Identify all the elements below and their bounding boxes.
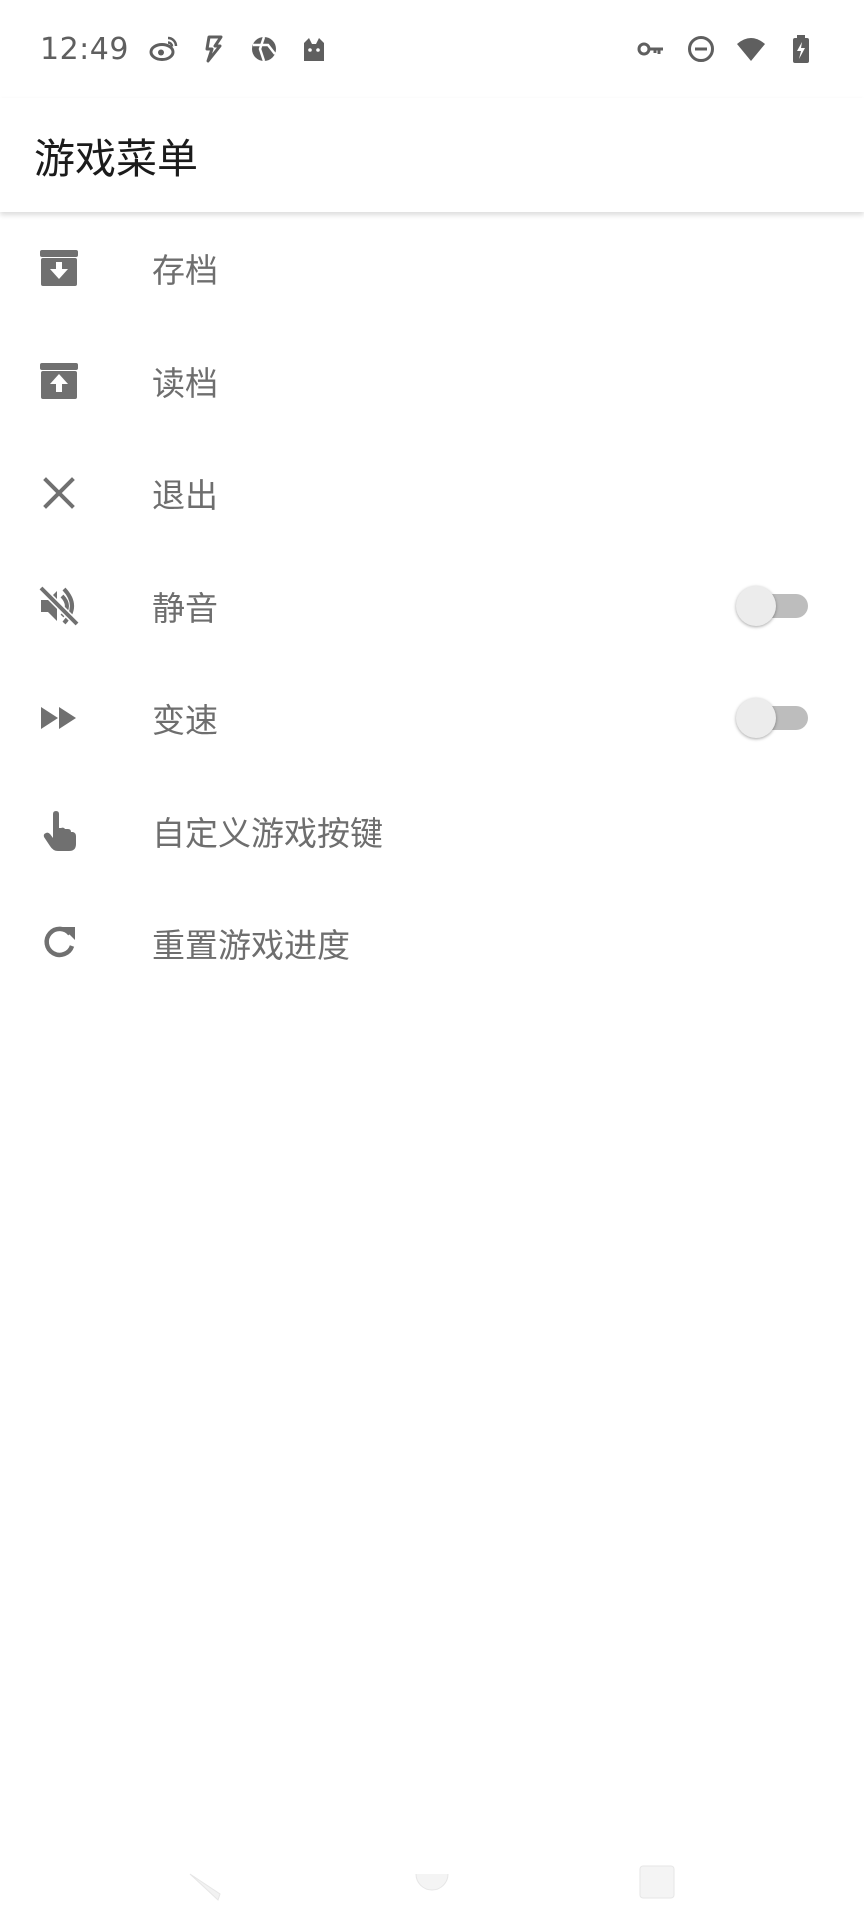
battery-charging-icon	[793, 35, 809, 63]
volume-off-icon	[38, 585, 80, 627]
recents-icon[interactable]	[628, 1856, 688, 1920]
home-icon[interactable]	[402, 1856, 462, 1920]
status-left: 12:49	[40, 32, 329, 67]
aperture-icon	[251, 36, 276, 62]
menu-item-label: 变速	[152, 701, 218, 741]
page-title: 游戏菜单	[34, 135, 198, 183]
menu-item-exit[interactable]: 退出	[0, 437, 864, 550]
fast-forward-icon	[38, 697, 80, 739]
back-icon[interactable]	[180, 1856, 240, 1920]
game-menu-list: 存档 读档 退出 静音 变速 自定义游戏按键 重置游戏进度	[0, 212, 864, 1000]
weibo-icon	[149, 36, 178, 61]
cat-icon	[303, 38, 324, 61]
menu-item-load[interactable]: 读档	[0, 325, 864, 438]
toggle-thumb	[736, 698, 776, 739]
menu-item-speed[interactable]: 变速	[0, 662, 864, 775]
screen: 12:49 游戏菜单 存档 读档 退出 静音 变速 自定义游戏按键 重置游戏进度	[0, 0, 864, 1920]
menu-item-label: 存档	[152, 251, 218, 291]
archive-upload-icon	[38, 360, 80, 402]
refresh-icon	[38, 922, 80, 964]
navigation-bar	[0, 1856, 864, 1920]
status-right	[636, 34, 816, 64]
wifi-icon	[737, 38, 765, 61]
status-time: 12:49	[40, 31, 129, 67]
menu-item-label: 退出	[152, 476, 218, 516]
menu-item-label: 静音	[152, 588, 218, 628]
archive-download-icon	[38, 247, 80, 289]
close-icon	[38, 472, 80, 514]
menu-item-label: 读档	[152, 363, 218, 403]
menu-item-reset-progress[interactable]: 重置游戏进度	[0, 887, 864, 1000]
menu-item-custom-keys[interactable]: 自定义游戏按键	[0, 775, 864, 888]
vpn-key-icon	[637, 42, 663, 56]
flash-app-icon	[205, 35, 223, 63]
touch-hand-icon	[38, 810, 80, 852]
menu-item-mute[interactable]: 静音	[0, 550, 864, 663]
speed-toggle[interactable]	[736, 698, 808, 739]
do-not-disturb-icon	[688, 36, 714, 62]
menu-item-save[interactable]: 存档	[0, 212, 864, 325]
menu-item-label: 重置游戏进度	[152, 926, 350, 966]
status-bar: 12:49	[0, 0, 864, 98]
toggle-thumb	[736, 585, 776, 626]
mute-toggle[interactable]	[736, 585, 808, 626]
menu-item-label: 自定义游戏按键	[152, 813, 383, 853]
app-bar: 游戏菜单	[0, 98, 864, 212]
